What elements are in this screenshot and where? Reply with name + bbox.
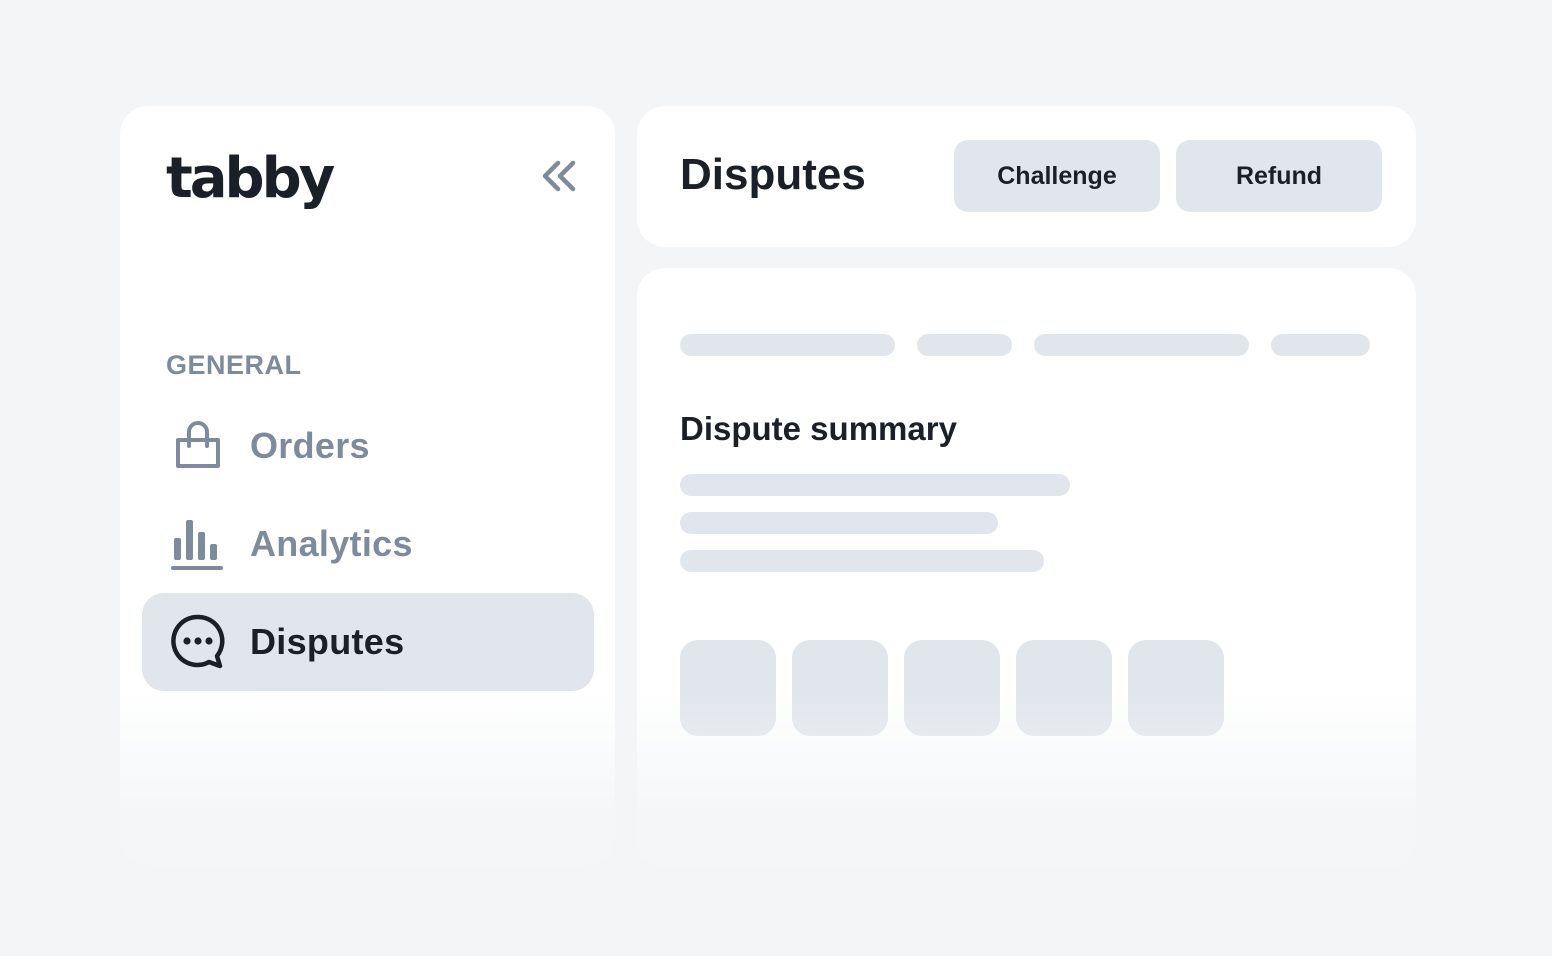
refund-button[interactable]: Refund [1176,140,1382,212]
skeleton-line [680,512,998,534]
attachment-tile[interactable] [1016,640,1112,736]
tabby-logo: tabby [166,146,335,211]
page-title: Disputes [680,150,866,199]
skeleton-line [680,550,1044,572]
dispute-summary-title: Dispute summary [680,410,957,447]
attachment-tile[interactable] [680,640,776,736]
app-stage: tabby GENERAL Orders Analytics Disputes … [0,0,1552,956]
attachment-tile[interactable] [792,640,888,736]
page-header: Disputes Challenge Refund [637,106,1416,247]
sidebar-item-disputes[interactable]: Disputes [142,593,594,691]
section-label-general: GENERAL [166,350,302,380]
bar-chart-icon [168,514,228,574]
challenge-button[interactable]: Challenge [954,140,1160,212]
skeleton-tab [680,334,895,356]
dispute-content-card: Dispute summary [637,268,1416,868]
sidebar-item-label: Orders [250,425,370,466]
skeleton-tab [1034,334,1249,356]
attachment-tile[interactable] [904,640,1000,736]
chat-bubble-icon [168,612,228,672]
double-chevron-left-icon [542,160,576,192]
skeleton-tab [1271,334,1370,356]
sidebar-item-label: Disputes [250,621,405,662]
sidebar-item-orders[interactable]: Orders [142,397,594,495]
sidebar-item-analytics[interactable]: Analytics [142,495,594,593]
attachment-tile[interactable] [1128,640,1224,736]
skeleton-line [680,474,1070,496]
shopping-bag-icon [168,416,228,476]
skeleton-tab [917,334,1012,356]
sidebar-item-label: Analytics [250,523,413,564]
sidebar: tabby GENERAL Orders Analytics Disputes [120,106,615,866]
collapse-sidebar-button[interactable] [536,156,582,196]
